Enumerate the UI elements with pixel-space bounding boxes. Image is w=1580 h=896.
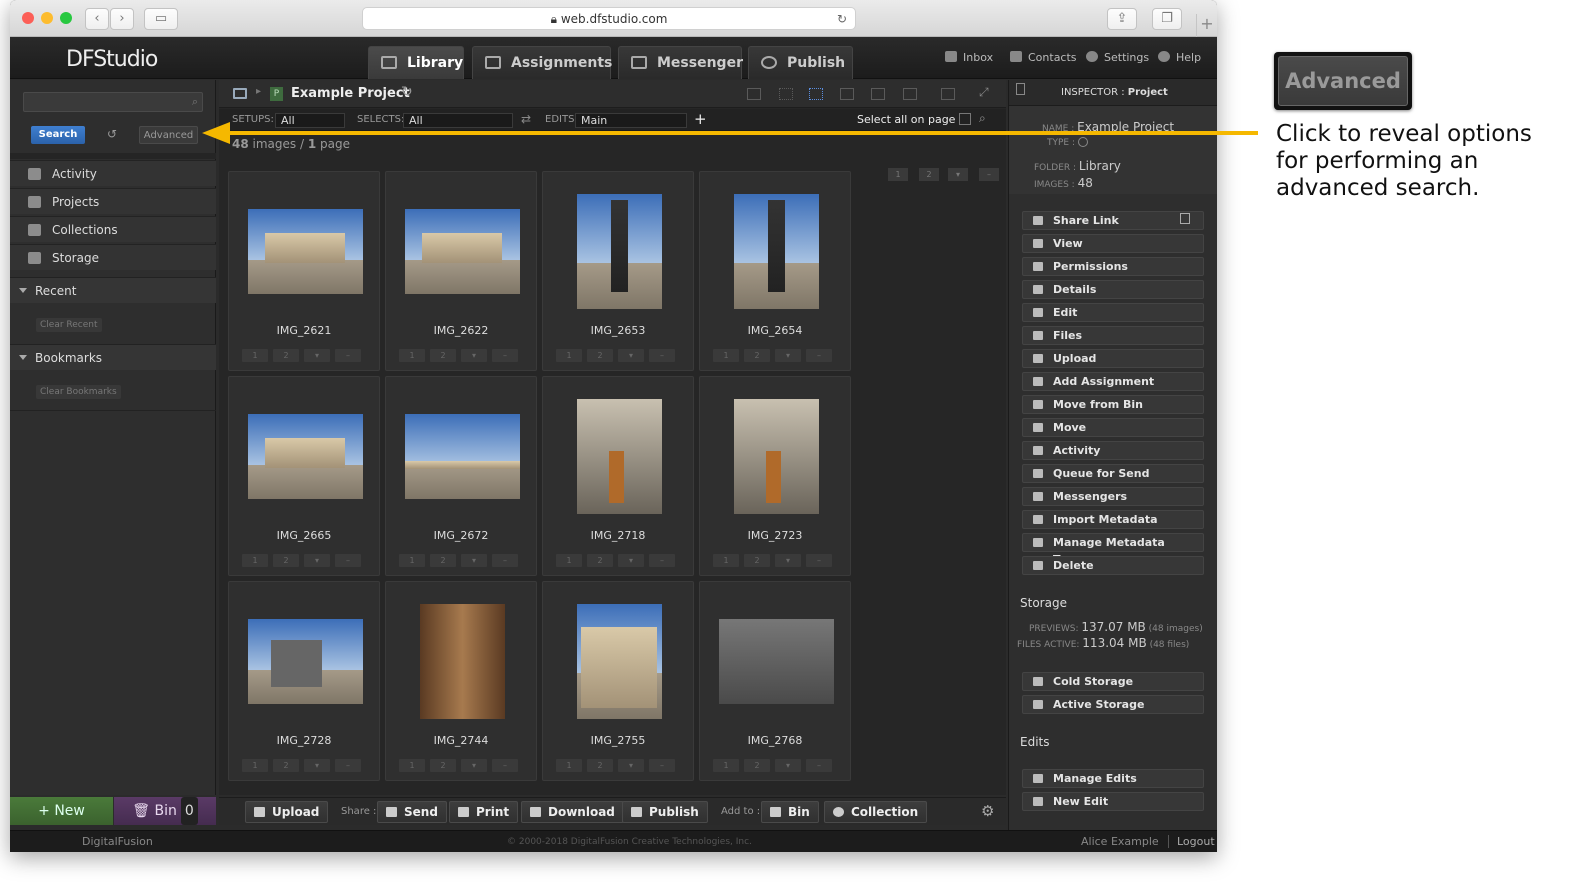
callout-arrow: [202, 122, 1258, 144]
